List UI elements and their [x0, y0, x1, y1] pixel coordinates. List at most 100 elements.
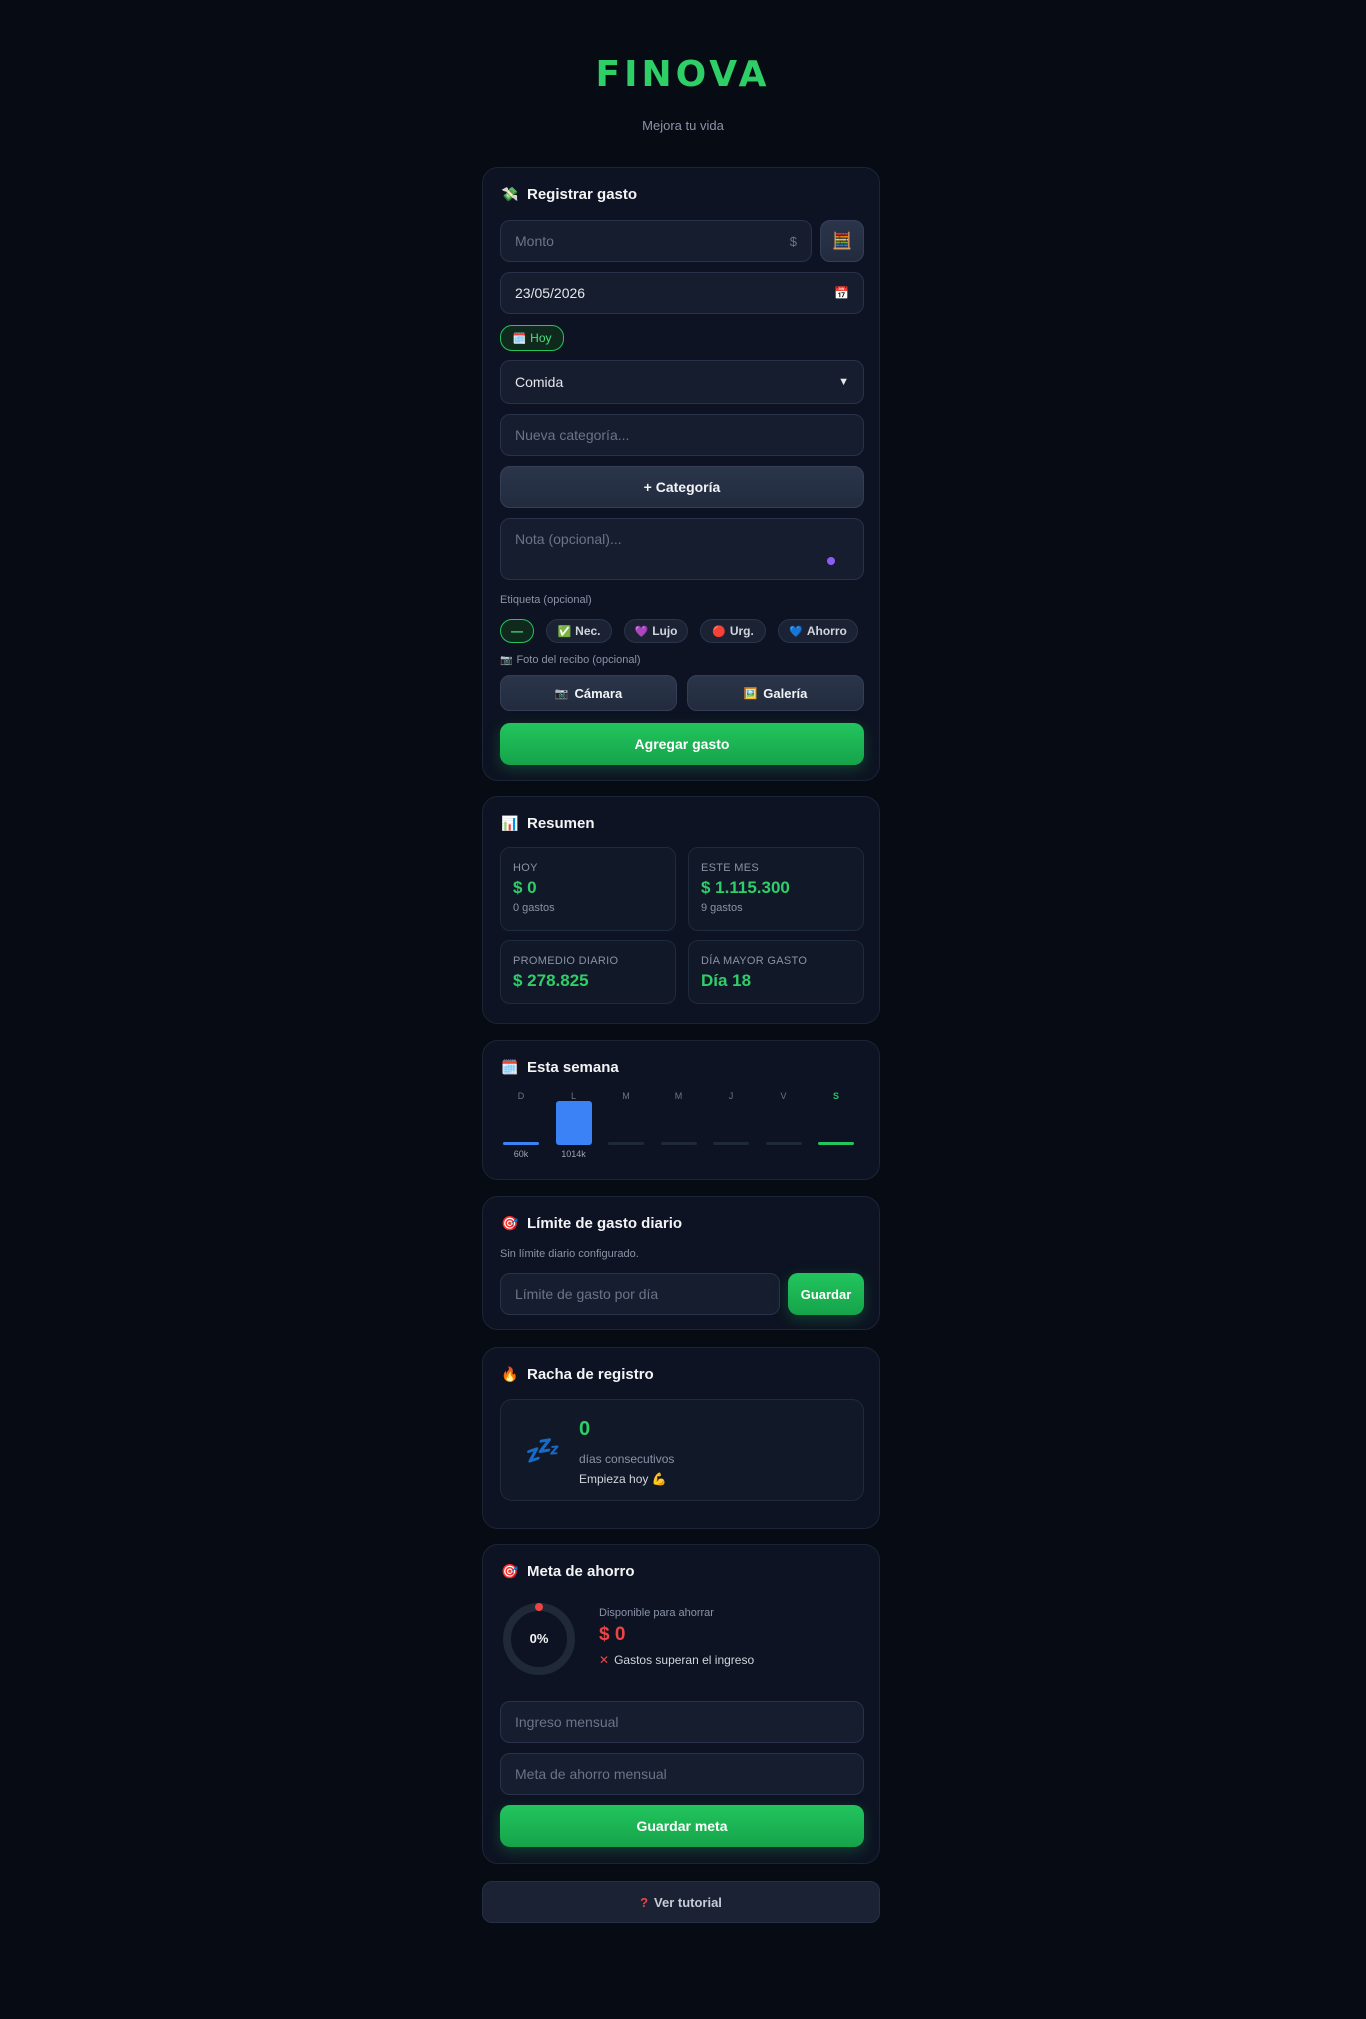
streak-card-title: 🔥 Racha de registro	[501, 1366, 654, 1383]
savings-percent: 0%	[529, 1631, 549, 1646]
tag-chip-savings[interactable]: 💙 Ahorro	[778, 619, 858, 643]
available-value: $ 0	[599, 1624, 626, 1645]
monthly-income-input[interactable]: Ingreso mensual	[500, 1701, 864, 1743]
category-value: Comida	[515, 374, 564, 390]
gallery-button[interactable]: 🖼️ Galería	[687, 675, 864, 711]
savings-title-text: Meta de ahorro	[527, 1563, 635, 1580]
camera-label: Cámara	[574, 685, 623, 701]
purple-heart-icon: 💜	[634, 625, 649, 638]
money-wings-icon: 💸	[501, 186, 519, 202]
week-day-2: M	[608, 1091, 644, 1171]
stat-today-label: HOY	[513, 862, 538, 874]
week-title-text: Esta semana	[527, 1059, 619, 1076]
tag-chip-necessary-label: Nec.	[575, 624, 601, 638]
save-goal-button[interactable]: Guardar meta	[500, 1805, 864, 1847]
chevron-down-icon: ▼	[838, 376, 849, 388]
week-bar	[608, 1142, 644, 1145]
stat-today-value: $ 0	[513, 878, 537, 897]
streak-message: Empieza hoy 💪	[579, 1472, 667, 1486]
week-card-title: 🗓️ Esta semana	[501, 1059, 619, 1076]
stat-max-day: DÍA MAYOR GASTO Día 18	[688, 940, 864, 1004]
add-expense-button[interactable]: Agregar gasto	[500, 723, 864, 765]
gallery-icon: 🖼️	[743, 687, 758, 700]
tutorial-label: Ver tutorial	[654, 1894, 722, 1910]
daily-limit-input[interactable]: Límite de gasto por día	[500, 1273, 780, 1315]
calculator-button[interactable]: 🧮	[820, 220, 864, 262]
daily-limit-placeholder: Límite de gasto por día	[515, 1286, 659, 1302]
blue-heart-icon: 💙	[789, 625, 803, 638]
tag-chip-necessary[interactable]: ✅ Nec.	[546, 619, 612, 643]
stat-daily-average-label: PROMEDIO DIARIO	[513, 955, 619, 967]
save-limit-button[interactable]: Guardar	[788, 1273, 864, 1315]
week-bar-value: 1014k	[561, 1149, 586, 1159]
week-day-label: D	[517, 1091, 525, 1101]
stat-month: ESTE MES $ 1.115.300 9 gastos	[688, 847, 864, 931]
week-day-3: M	[660, 1091, 697, 1171]
calendar-icon[interactable]: 📅	[834, 286, 849, 300]
week-day-1: L 1014k	[555, 1091, 592, 1171]
red-circle-icon: 🔴	[712, 625, 726, 638]
category-select[interactable]: Comida ▼	[500, 360, 864, 404]
tag-chip-luxury[interactable]: 💜 Lujo	[624, 619, 688, 643]
monthly-goal-placeholder: Meta de ahorro mensual	[515, 1766, 667, 1782]
tag-chip-none[interactable]: —	[500, 619, 534, 643]
tag-chip-luxury-label: Lujo	[652, 624, 678, 638]
savings-card-title: 🎯 Meta de ahorro	[501, 1563, 635, 1580]
streak-title-text: Racha de registro	[527, 1366, 654, 1383]
add-category-button[interactable]: + Categoría	[500, 466, 864, 508]
stat-max-day-label: DÍA MAYOR GASTO	[701, 955, 808, 967]
camera-button[interactable]: 📷 Cámara	[500, 675, 677, 711]
stat-max-day-value: Día 18	[701, 971, 752, 990]
new-category-placeholder: Nueva categoría...	[515, 427, 630, 443]
add-category-label: + Categoría	[643, 479, 721, 495]
week-bar	[818, 1142, 854, 1145]
calculator-icon: 🧮	[832, 233, 852, 250]
calendar-icon: 🗓️	[501, 1059, 519, 1075]
tutorial-button[interactable]: ? Ver tutorial	[482, 1881, 880, 1923]
streak-unit: días consecutivos	[579, 1452, 675, 1466]
stat-daily-average: PROMEDIO DIARIO $ 278.825	[500, 940, 676, 1004]
week-bar	[713, 1142, 749, 1145]
week-day-4: J	[713, 1091, 749, 1171]
stat-month-value: $ 1.115.300	[701, 878, 790, 897]
date-input[interactable]: 23/05/2026 📅	[500, 272, 864, 314]
receipt-label-text: Foto del recibo (opcional)	[516, 654, 641, 666]
limit-title-text: Límite de gasto diario	[527, 1215, 683, 1232]
amount-placeholder: Monto	[515, 233, 554, 249]
tag-chip-urgent[interactable]: 🔴 Urg.	[700, 619, 766, 643]
check-icon: ✅	[557, 625, 572, 638]
week-day-5: V	[765, 1091, 802, 1171]
savings-progress-ring: 0%	[501, 1601, 577, 1677]
brand-logo: FINOVA	[595, 54, 771, 95]
week-day-label: V	[780, 1091, 787, 1101]
today-button[interactable]: 🗓️ Hoy	[500, 325, 564, 351]
week-day-0: D 60k	[503, 1091, 539, 1171]
receipt-label: 📷 Foto del recibo (opcional)	[500, 654, 641, 666]
camera-small-icon: 📷	[500, 654, 513, 666]
monthly-goal-input[interactable]: Meta de ahorro mensual	[500, 1753, 864, 1795]
tag-label: Etiqueta (opcional)	[500, 594, 592, 606]
expense-card: 💸 Registrar gasto Monto $ 🧮 23/05/2026 📅…	[482, 167, 880, 781]
amount-input[interactable]: Monto $	[500, 220, 812, 262]
week-day-label: M	[674, 1091, 683, 1101]
purple-dot-icon	[827, 557, 835, 565]
week-day-label: S	[832, 1091, 839, 1101]
week-day-label: J	[728, 1091, 734, 1101]
app-page: FINOVA Mejora tu vida 💸 Registrar gasto …	[0, 0, 1366, 2019]
week-day-6: S	[818, 1091, 854, 1171]
bar-chart-icon: 📊	[501, 815, 519, 831]
savings-card: 🎯 Meta de ahorro 0% Disponible para ahor…	[482, 1544, 880, 1864]
note-input[interactable]: Nota (opcional)...	[500, 518, 864, 580]
cross-icon: ✕	[599, 1653, 610, 1667]
stat-today-sub: 0 gastos	[513, 902, 555, 914]
expense-card-title: 💸 Registrar gasto	[501, 186, 637, 203]
new-category-input[interactable]: Nueva categoría...	[500, 414, 864, 456]
savings-warning: ✕ Gastos superan el ingreso	[599, 1653, 754, 1667]
date-value: 23/05/2026	[515, 285, 586, 301]
week-day-label: L	[570, 1091, 576, 1101]
stat-month-sub: 9 gastos	[701, 902, 743, 914]
limit-card: 🎯 Límite de gasto diario Sin límite diar…	[482, 1196, 880, 1330]
stat-today: HOY $ 0 0 gastos	[500, 847, 676, 931]
tag-chip-urgent-label: Urg.	[729, 624, 754, 638]
week-card: 🗓️ Esta semana D 60k L 1014k M M J V S	[482, 1040, 880, 1180]
